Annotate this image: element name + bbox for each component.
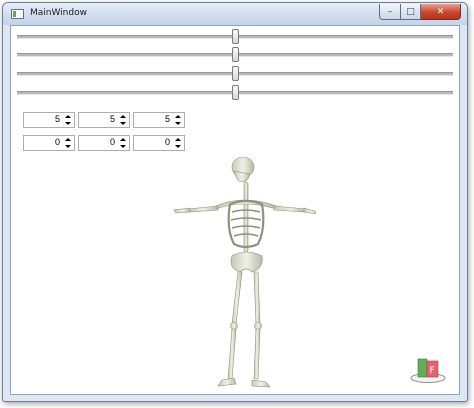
skeleton-model xyxy=(173,156,316,388)
slider-3[interactable] xyxy=(17,66,453,81)
spin-up-icon[interactable] xyxy=(175,115,181,118)
main-window: MainWindow – □ ✕ F 5 5 5 0 0 0 xyxy=(2,2,468,402)
spin-down-icon[interactable] xyxy=(120,145,126,148)
window-title: MainWindow xyxy=(30,8,87,18)
spin-up-icon[interactable] xyxy=(65,138,71,141)
spinner-r1-c1[interactable]: 5 xyxy=(23,112,75,128)
spin-up-icon[interactable] xyxy=(120,115,126,118)
spin-down-icon[interactable] xyxy=(175,145,181,148)
spin-up-icon[interactable] xyxy=(120,138,126,141)
spinner-value[interactable]: 0 xyxy=(165,137,170,147)
slider-thumb[interactable] xyxy=(232,85,239,100)
spinner-r2-c2[interactable]: 0 xyxy=(78,135,130,151)
slider-thumb[interactable] xyxy=(232,29,239,44)
slider-2[interactable] xyxy=(17,47,453,62)
slider-thumb[interactable] xyxy=(232,47,239,62)
minimize-icon: – xyxy=(387,6,393,17)
axis-gizmo-icon[interactable]: F xyxy=(408,354,448,384)
minimize-button[interactable]: – xyxy=(379,4,401,20)
spinner-value[interactable]: 5 xyxy=(55,114,60,124)
spinner-r1-c3[interactable]: 5 xyxy=(133,112,185,128)
spinner-value[interactable]: 5 xyxy=(110,114,115,124)
slider-thumb[interactable] xyxy=(232,66,239,81)
maximize-icon: □ xyxy=(406,6,415,17)
spinner-r2-c1[interactable]: 0 xyxy=(23,135,75,151)
spin-down-icon[interactable] xyxy=(175,122,181,125)
close-button[interactable]: ✕ xyxy=(421,4,461,20)
spinner-r2-c3[interactable]: 0 xyxy=(133,135,185,151)
spinner-value[interactable]: 5 xyxy=(165,114,170,124)
3d-viewport[interactable]: F xyxy=(11,26,459,394)
spinner-value[interactable]: 0 xyxy=(55,137,60,147)
spinner-r1-c2[interactable]: 5 xyxy=(78,112,130,128)
slider-1[interactable] xyxy=(17,29,453,44)
slider-4[interactable] xyxy=(17,85,453,100)
app-icon xyxy=(11,9,24,19)
spin-down-icon[interactable] xyxy=(120,122,126,125)
spin-up-icon[interactable] xyxy=(175,138,181,141)
close-icon: ✕ xyxy=(436,6,445,17)
spin-down-icon[interactable] xyxy=(65,122,71,125)
spin-down-icon[interactable] xyxy=(65,145,71,148)
maximize-button[interactable]: □ xyxy=(401,4,421,20)
spinner-value[interactable]: 0 xyxy=(110,137,115,147)
caption-buttons: – □ ✕ xyxy=(379,4,461,21)
spin-up-icon[interactable] xyxy=(65,115,71,118)
title-bar[interactable]: MainWindow – □ ✕ xyxy=(3,3,467,25)
client-area: F 5 5 5 0 0 0 xyxy=(10,25,460,395)
svg-text:F: F xyxy=(430,366,435,376)
